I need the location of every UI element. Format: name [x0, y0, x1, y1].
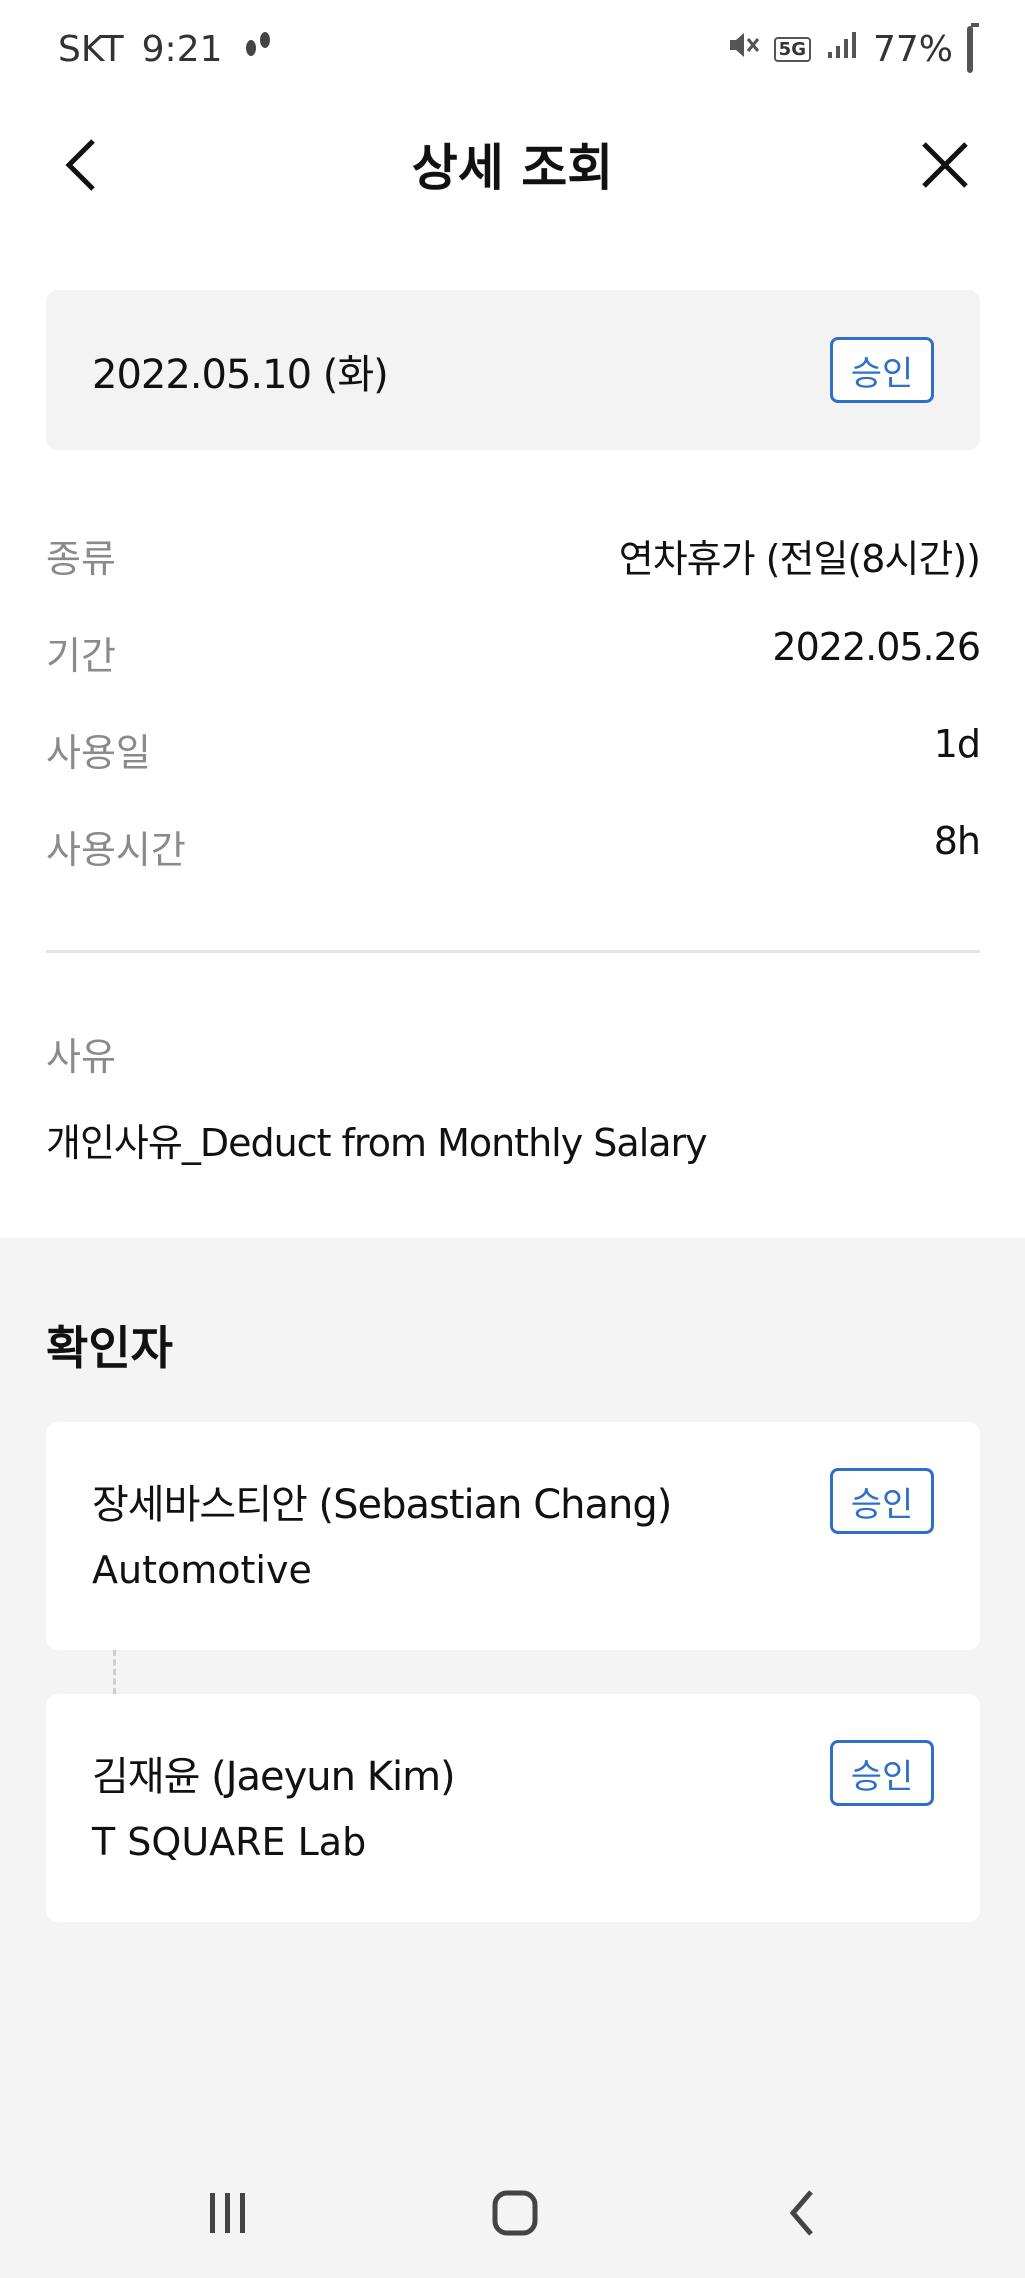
approver-name: 장세바스티안 (Sebastian Chang): [92, 1482, 672, 1528]
detail-row-days-used: 사용일 1d: [46, 714, 981, 811]
detail-label: 사용시간: [46, 828, 186, 872]
status-bar: SKT 9:21 5G 77%: [0, 0, 1025, 110]
approval-status-badge: 승인: [830, 1468, 934, 1534]
close-button[interactable]: [905, 120, 985, 210]
reason-label: 사유: [46, 1035, 116, 1079]
detail-value: 8h: [933, 819, 981, 863]
recent-apps-icon: [210, 2193, 245, 2233]
detail-row-hours-used: 사용시간 8h: [46, 811, 981, 908]
mute-icon: [726, 28, 760, 71]
divider: [46, 950, 980, 953]
detail-label: 기간: [46, 634, 116, 678]
request-date: 2022.05.10 (화): [92, 352, 389, 398]
approvers-title: 확인자: [46, 1321, 173, 1375]
carrier-label: SKT: [58, 29, 124, 70]
clock: 9:21: [141, 29, 223, 70]
detail-row-period: 기간 2022.05.26: [46, 617, 981, 714]
network-5g-icon: 5G: [773, 37, 811, 62]
status-badge: 승인: [830, 337, 934, 403]
approvers-section: 확인자 장세바스티안 (Sebastian Chang) Automotive …: [0, 1238, 1025, 2278]
approver-card: 장세바스티안 (Sebastian Chang) Automotive 승인: [46, 1422, 980, 1650]
date-summary-card: 2022.05.10 (화) 승인: [46, 290, 980, 450]
detail-label: 사용일: [46, 731, 151, 775]
detail-value: 2022.05.26: [772, 625, 981, 669]
detail-row-type: 종류 연차휴가 (전일(8시간)): [46, 520, 981, 617]
detail-value: 연차휴가 (전일(8시간)): [618, 537, 981, 581]
status-right: 5G 77%: [726, 23, 979, 73]
system-nav-bar: [0, 2150, 1025, 2278]
detail-label: 종류: [46, 537, 116, 581]
detail-list: 종류 연차휴가 (전일(8시간)) 기간 2022.05.26 사용일 1d 사…: [46, 520, 981, 908]
home-button[interactable]: [455, 2168, 575, 2258]
approver-department: Automotive: [92, 1548, 312, 1592]
approval-status-badge: 승인: [830, 1740, 934, 1806]
battery-icon: [967, 23, 979, 73]
detail-value: 1d: [933, 722, 981, 766]
footsteps-icon: [241, 28, 275, 71]
home-icon: [492, 2190, 538, 2236]
approver-card: 김재윤 (Jaeyun Kim) T SQUARE Lab 승인: [46, 1694, 980, 1922]
nav-back-icon: [789, 2190, 813, 2236]
recent-apps-button[interactable]: [168, 2168, 288, 2258]
battery-percent: 77%: [872, 29, 953, 70]
reason-text: 개인사유_Deduct from Monthly Salary: [46, 1121, 708, 1165]
approver-name: 김재윤 (Jaeyun Kim): [92, 1754, 456, 1800]
approval-connector-line: [113, 1650, 116, 1694]
status-left: SKT 9:21: [58, 28, 275, 71]
approver-department: T SQUARE Lab: [92, 1820, 367, 1864]
nav-back-button[interactable]: [742, 2168, 862, 2258]
close-icon: [922, 142, 968, 188]
header: 상세 조회: [0, 110, 1025, 240]
page-title: 상세 조회: [411, 139, 614, 197]
signal-icon: [825, 28, 859, 71]
